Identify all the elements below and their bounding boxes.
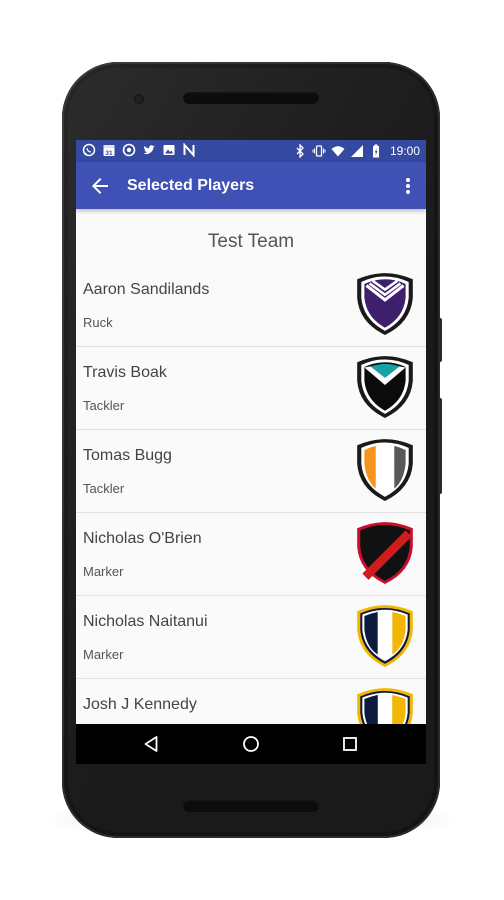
- app-bar: Selected Players: [76, 162, 426, 209]
- recents-square-icon[interactable]: [339, 733, 361, 755]
- more-vert-icon[interactable]: [400, 174, 416, 198]
- player-list: Aaron Sandilands Ruck Travis Boak Tackle…: [76, 264, 426, 762]
- player-row[interactable]: Aaron Sandilands Ruck: [76, 264, 426, 347]
- navigation-bar: [76, 724, 426, 764]
- status-bar: 31 19:00: [76, 140, 426, 162]
- home-circle-icon[interactable]: [240, 733, 262, 755]
- status-time: 19:00: [389, 144, 420, 158]
- battery-icon: [372, 144, 379, 158]
- twitter-icon: [143, 145, 155, 155]
- back-triangle-icon[interactable]: [141, 733, 163, 755]
- player-role: Tackler: [83, 398, 125, 413]
- front-camera: [134, 94, 144, 104]
- power-button: [438, 318, 442, 362]
- navy-gold-shield-icon: [357, 605, 413, 667]
- bluetooth-icon: [296, 144, 304, 158]
- player-role: Marker: [83, 564, 124, 579]
- player-name: Travis Boak: [83, 364, 167, 381]
- n-app-icon: [183, 143, 195, 157]
- black-teal-chevron-shield-icon: [357, 356, 413, 418]
- player-name: Nicholas O'Brien: [83, 530, 202, 547]
- calendar-icon: 31: [103, 145, 115, 157]
- bottom-speaker: [183, 800, 319, 812]
- player-row[interactable]: Nicholas O'Brien Marker: [76, 513, 426, 596]
- orange-white-grey-shield-icon: [357, 439, 413, 501]
- player-row[interactable]: Tomas Bugg Tackler: [76, 430, 426, 513]
- photo-icon: [163, 145, 175, 155]
- team-name: Test Team: [207, 231, 295, 252]
- player-row[interactable]: Nicholas Naitanui Marker: [76, 596, 426, 679]
- player-role: Ruck: [83, 315, 113, 330]
- player-role: Tackler: [83, 481, 125, 496]
- player-name: Tomas Bugg: [83, 447, 172, 464]
- calendar-day: 31: [105, 150, 113, 157]
- top-speaker: [183, 92, 319, 104]
- player-row[interactable]: Travis Boak Tackler: [76, 347, 426, 430]
- player-role: Marker: [83, 647, 124, 662]
- signal-icon: [350, 145, 363, 157]
- player-name: Nicholas Naitanui: [83, 613, 208, 630]
- red-black-sash-shield-icon: [357, 522, 413, 584]
- vibrate-icon: [312, 145, 326, 157]
- player-name: Josh J Kennedy: [83, 696, 197, 713]
- chrome-icon: [122, 143, 136, 157]
- purple-chevron-shield-icon: [357, 273, 413, 335]
- arrow-back-icon[interactable]: [88, 174, 112, 198]
- volume-rocker: [438, 398, 442, 494]
- app-title: Selected Players: [127, 177, 255, 194]
- whatsapp-icon: [82, 143, 96, 157]
- wifi-icon: [331, 146, 345, 157]
- screen: 31 19:00 Selected Players Test Team Aaro…: [76, 140, 426, 764]
- player-name: Aaron Sandilands: [83, 281, 210, 298]
